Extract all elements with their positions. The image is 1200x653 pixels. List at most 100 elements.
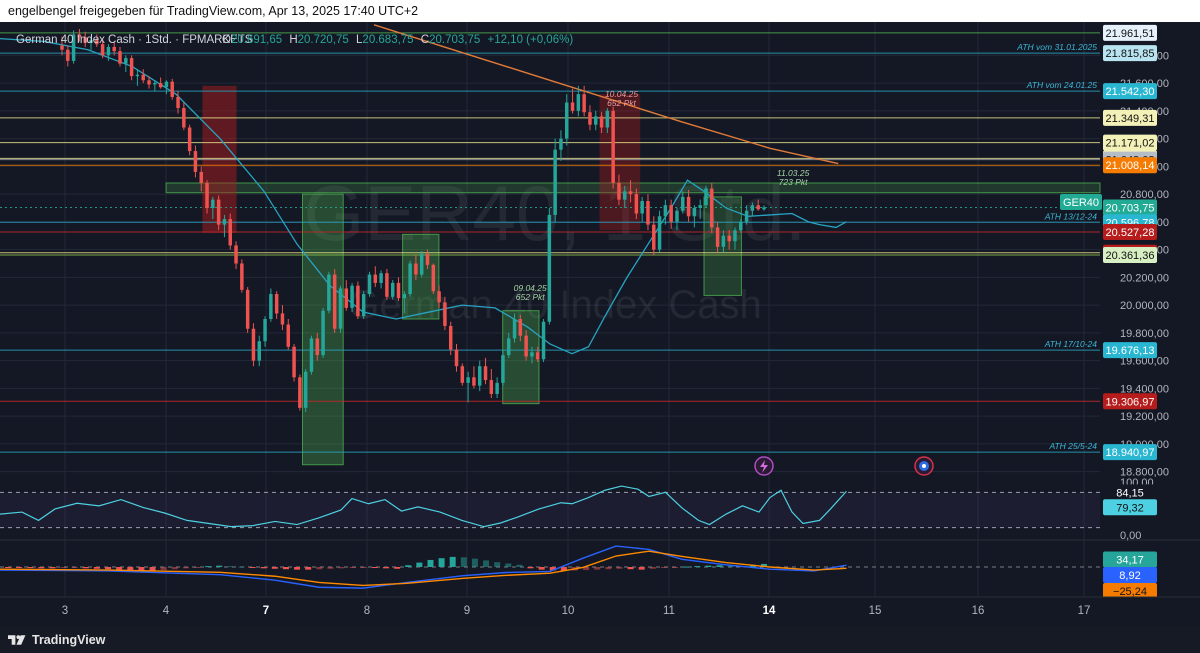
candle-body bbox=[443, 302, 447, 326]
macd-hist-bar bbox=[449, 556, 456, 567]
open-value: 20.691,65 bbox=[231, 34, 282, 46]
annotation-points: 652 Pkt bbox=[607, 98, 636, 108]
candle-body bbox=[182, 108, 186, 128]
time-tick-label: 7 bbox=[263, 605, 269, 617]
macd-hist-bar bbox=[116, 567, 123, 570]
candle-body bbox=[106, 46, 111, 56]
price-level-tag-label: 18.940,97 bbox=[1106, 447, 1155, 459]
price-level-tag-label: 20.703,75 bbox=[1106, 202, 1155, 214]
close-value: 20.703,75 bbox=[429, 34, 480, 46]
candle-body bbox=[245, 289, 250, 329]
candle-body bbox=[477, 366, 482, 386]
candle-body bbox=[141, 74, 145, 81]
candle-body bbox=[501, 355, 505, 383]
symbol-badge[interactable]: GER40 bbox=[1060, 194, 1102, 210]
rsi-band bbox=[0, 492, 1100, 528]
tradingview-logo-icon bbox=[8, 635, 26, 645]
candle-body bbox=[541, 321, 546, 360]
macd-hist-bar bbox=[249, 567, 256, 568]
time-tick-label: 14 bbox=[763, 605, 776, 617]
candle-body bbox=[437, 291, 441, 303]
macd-hist-bar bbox=[672, 567, 679, 568]
candle-body bbox=[228, 219, 232, 246]
price-level-tag: 21.008,14 bbox=[1103, 157, 1157, 174]
candle-body bbox=[379, 273, 383, 283]
rsi-axis-bottom: 0,00 bbox=[1120, 530, 1141, 542]
price-level-tag: 21.961,51 bbox=[1103, 24, 1157, 41]
macd-hist-bar bbox=[127, 567, 134, 571]
candle-body bbox=[292, 346, 296, 378]
time-tick-label: 11 bbox=[663, 605, 675, 617]
time-tick-label: 17 bbox=[1078, 605, 1091, 617]
chart-area[interactable]: GER40, 1 Std. German 40 Index Cash ATH vo… bbox=[0, 22, 1200, 626]
price-level-tag: 21.171,02 bbox=[1103, 134, 1157, 151]
time-tick-label: 16 bbox=[972, 605, 985, 617]
price-tick-label: 19.200,00 bbox=[1120, 411, 1169, 423]
price-level-tag: 19.306,97 bbox=[1103, 393, 1157, 410]
candle-body bbox=[118, 51, 122, 64]
candle-body bbox=[576, 94, 581, 111]
candle-body bbox=[60, 45, 64, 50]
candle-body bbox=[617, 182, 621, 200]
low-value: 20.683,75 bbox=[362, 34, 413, 46]
time-tick-label: 8 bbox=[364, 605, 370, 617]
lightning-icon[interactable] bbox=[754, 456, 774, 476]
candle-body bbox=[582, 94, 586, 113]
macd-pane bbox=[0, 545, 1100, 589]
candle-body bbox=[721, 235, 726, 247]
macd-hist-bar bbox=[460, 557, 467, 567]
candle-body bbox=[425, 253, 430, 265]
macd-hist-bar bbox=[160, 567, 167, 571]
candle-body bbox=[605, 110, 610, 128]
chart-canvas[interactable]: GER40, 1 Std.German 40 Index Cash ATH vo… bbox=[0, 22, 1200, 626]
macd-hist-bar bbox=[60, 567, 67, 569]
rsi-pane bbox=[0, 485, 1200, 541]
price-level-tag-label: 19.676,13 bbox=[1106, 345, 1155, 357]
candle-body bbox=[373, 274, 378, 283]
macd-hist-tag: 34,17 bbox=[1103, 551, 1157, 568]
price-axis[interactable]: 18.800,0019.000,0019.200,0019.400,0019.6… bbox=[1103, 24, 1169, 599]
rsi-high-tag: 84,15 bbox=[1103, 484, 1157, 501]
candle-body bbox=[599, 116, 604, 128]
candle-body bbox=[211, 199, 215, 208]
macd-hist-bar bbox=[282, 567, 289, 570]
candle-body bbox=[419, 253, 424, 275]
candle-body bbox=[158, 83, 163, 88]
price-level-tag: 18.940,97 bbox=[1103, 444, 1157, 461]
time-tick-label: 3 bbox=[62, 605, 68, 617]
tradingview-logo[interactable]: TradingView bbox=[8, 631, 105, 648]
candle-body bbox=[495, 382, 499, 394]
candle-body bbox=[652, 224, 656, 250]
macd-hist-bar bbox=[416, 562, 423, 567]
macd-hist-bar bbox=[538, 567, 545, 570]
macd-hist-bar bbox=[427, 559, 434, 567]
time-tick-label: 9 bbox=[464, 605, 470, 617]
price-tick-label: 20.000,00 bbox=[1120, 300, 1169, 312]
price-level-tag-label: 21.961,51 bbox=[1106, 28, 1155, 40]
candle-body bbox=[344, 288, 349, 308]
level-note: ATH 25/5-24 bbox=[1048, 441, 1097, 451]
macd-hist-bar bbox=[105, 567, 112, 570]
candle-body bbox=[269, 294, 273, 320]
candle-body bbox=[164, 81, 169, 88]
time-axis[interactable]: 3 4 7 8 9 10 11 14 15 16 17 bbox=[0, 596, 1200, 626]
macd-hist-bar bbox=[716, 565, 723, 567]
candle-body bbox=[704, 188, 708, 206]
macd-hist-bar bbox=[227, 566, 234, 568]
candle-body bbox=[675, 210, 679, 222]
candle-body bbox=[750, 205, 755, 211]
macd-value-tag-label: 8,92 bbox=[1119, 570, 1140, 582]
open-label: O bbox=[222, 34, 231, 46]
macd-hist-bar bbox=[205, 566, 212, 568]
macd-hist-bar bbox=[305, 567, 312, 570]
candle-body bbox=[640, 201, 644, 214]
macd-hist-bar bbox=[516, 564, 523, 567]
candle-body bbox=[518, 319, 523, 336]
candle-body bbox=[112, 46, 116, 52]
macd-hist-bar bbox=[649, 567, 656, 569]
footer-bar: TradingView bbox=[0, 626, 1200, 653]
publish-info: engelbengel freigegeben für TradingView.… bbox=[8, 4, 419, 18]
event-icon[interactable] bbox=[914, 456, 934, 476]
candle-body bbox=[315, 338, 320, 356]
publish-header: engelbengel freigegeben für TradingView.… bbox=[0, 0, 1200, 22]
